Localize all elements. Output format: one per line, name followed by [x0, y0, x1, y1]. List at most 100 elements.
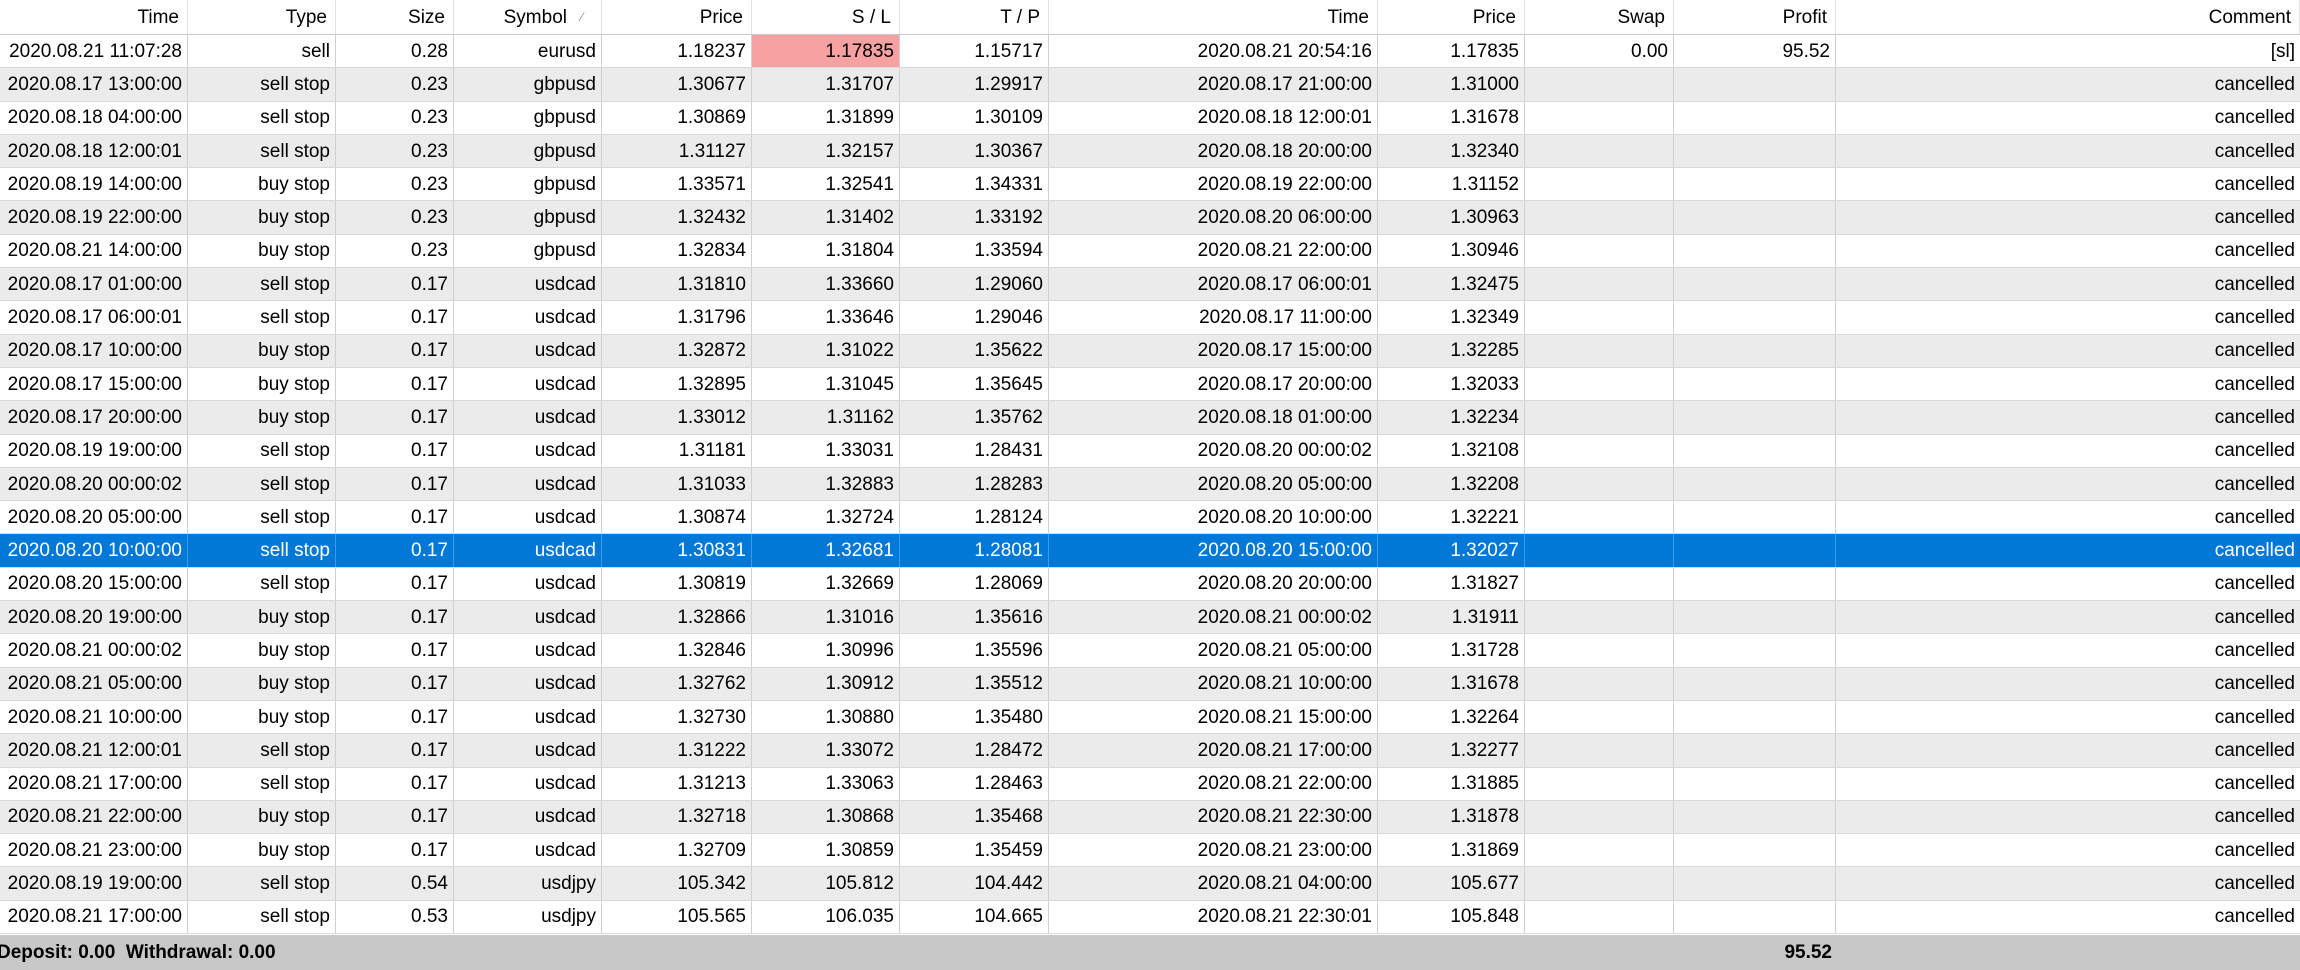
cell-stop-loss: 1.31707 [752, 68, 900, 101]
cell-symbol: usdcad [454, 268, 602, 301]
cell-take-profit: 1.28283 [900, 467, 1049, 501]
table-row[interactable]: 2020.08.20 10:00:00 sell stop 0.17 usdcad 1.… [0, 534, 2300, 568]
cell-size: 0.23 [336, 201, 454, 234]
table-row[interactable]: 2020.08.17 01:00:00 sell stop 0.17 usdcad 1.… [0, 268, 2300, 302]
cell-profit [1674, 334, 1836, 367]
cell-stop-loss: 1.31804 [752, 234, 900, 268]
cell-take-profit: 1.29917 [900, 68, 1049, 101]
cell-close-time: 2020.08.17 20:00:00 [1049, 367, 1378, 401]
cell-size: 0.17 [336, 501, 454, 534]
column-header-swap[interactable]: Swap [1525, 0, 1674, 34]
cell-swap [1525, 134, 1674, 168]
cell-comment: cancelled [2214, 440, 2295, 462]
table-row[interactable]: 2020.08.21 22:00:00 buy stop 0.17 usdcad 1.3… [0, 800, 2300, 835]
cell-symbol: usdcad [454, 634, 602, 667]
table-row[interactable]: 2020.08.20 15:00:00 sell stop 0.17 usdcad 1.… [0, 567, 2300, 602]
table-row[interactable]: 2020.08.18 12:00:01 sell stop 0.23 gbpusd 1.… [0, 134, 2300, 169]
cell-size: 0.17 [336, 601, 454, 634]
cell-price: 1.30677 [602, 68, 752, 101]
cell-take-profit: 1.15717 [900, 35, 1049, 68]
cell-swap [1525, 434, 1674, 467]
cell-stop-loss: 1.32541 [752, 168, 900, 201]
table-row[interactable]: 2020.08.19 22:00:00 buy stop 0.23 gbpusd 1.3… [0, 201, 2300, 235]
column-header-comment[interactable]: Comment [1836, 0, 2300, 34]
cell-take-profit: 1.35468 [900, 800, 1049, 834]
table-row[interactable]: 2020.08.20 00:00:02 sell stop 0.17 usdcad 1.… [0, 467, 2300, 502]
column-header-size[interactable]: Size [336, 0, 454, 34]
cell-type: sell stop [188, 467, 336, 501]
cell-type: sell [188, 35, 336, 68]
cell-profit [1674, 734, 1836, 767]
table-row[interactable]: 2020.08.21 14:00:00 buy stop 0.23 gbpusd 1.3… [0, 234, 2300, 269]
cell-price: 1.33012 [602, 401, 752, 434]
cell-size: 0.54 [336, 867, 454, 900]
cell-comment: cancelled [2214, 706, 2295, 728]
table-row[interactable]: 2020.08.20 05:00:00 sell stop 0.17 usdcad 1.… [0, 501, 2300, 535]
cell-price: 1.32718 [602, 800, 752, 834]
cell-time: 2020.08.20 15:00:00 [0, 567, 188, 601]
column-header-type[interactable]: Type [188, 0, 336, 34]
cell-take-profit: 1.35645 [900, 367, 1049, 401]
table-row[interactable]: 2020.08.19 14:00:00 buy stop 0.23 gbpusd 1.3… [0, 168, 2300, 202]
cell-size: 0.17 [336, 334, 454, 367]
column-header-profit[interactable]: Profit [1674, 0, 1836, 34]
cell-stop-loss: 1.30880 [752, 700, 900, 734]
cell-swap [1525, 900, 1674, 934]
cell-profit [1674, 667, 1836, 700]
table-row[interactable]: 2020.08.21 17:00:00 sell stop 0.17 usdcad 1.… [0, 767, 2300, 801]
column-header-price[interactable]: Price [602, 0, 752, 34]
cell-take-profit: 1.33594 [900, 234, 1049, 268]
table-row[interactable]: 2020.08.17 06:00:01 sell stop 0.17 usdcad 1.… [0, 301, 2300, 335]
cell-comment: cancelled [2214, 307, 2295, 329]
cell-symbol: gbpusd [454, 234, 602, 268]
cell-swap [1525, 734, 1674, 767]
cell-close-price: 1.30946 [1378, 234, 1525, 268]
table-row[interactable]: 2020.08.21 17:00:00 sell stop 0.53 usdjpy 10… [0, 900, 2300, 935]
cell-close-price: 1.31000 [1378, 68, 1525, 101]
table-row[interactable]: 2020.08.19 19:00:00 sell stop 0.54 usdjpy 10… [0, 867, 2300, 901]
table-row[interactable]: 2020.08.18 04:00:00 sell stop 0.23 gbpusd 1.… [0, 101, 2300, 135]
column-header-close-price[interactable]: Price [1378, 0, 1525, 34]
cell-take-profit: 1.29046 [900, 301, 1049, 334]
cell-profit [1674, 634, 1836, 667]
column-header-symbol[interactable]: Symbol ⁄ [454, 0, 602, 34]
cell-close-price: 1.31911 [1378, 601, 1525, 634]
cell-close-time: 2020.08.17 11:00:00 [1049, 301, 1378, 334]
cell-size: 0.17 [336, 367, 454, 401]
cell-time: 2020.08.17 15:00:00 [0, 367, 188, 401]
cell-stop-loss: 1.32669 [752, 567, 900, 601]
column-header-take-profit[interactable]: T / P [900, 0, 1049, 34]
column-header-stop-loss[interactable]: S / L [752, 0, 900, 34]
cell-type: sell stop [188, 268, 336, 301]
table-row[interactable]: 2020.08.17 15:00:00 buy stop 0.17 usdcad 1.3… [0, 367, 2300, 402]
cell-profit [1674, 567, 1836, 601]
column-header-close-time[interactable]: Time [1049, 0, 1378, 34]
cell-type: buy stop [188, 234, 336, 268]
table-header: Time Type Size Symbol ⁄ Price S / L T / P… [0, 0, 2300, 35]
table-row[interactable]: 2020.08.21 10:00:00 buy stop 0.17 usdcad 1.3… [0, 700, 2300, 735]
cell-symbol: gbpusd [454, 134, 602, 168]
cell-swap [1525, 767, 1674, 800]
table-row[interactable]: 2020.08.21 12:00:01 sell stop 0.17 usdcad 1.… [0, 734, 2300, 768]
table-row[interactable]: 2020.08.17 13:00:00 sell stop 0.23 gbpusd 1.… [0, 68, 2300, 102]
table-row[interactable]: 2020.08.19 19:00:00 sell stop 0.17 usdcad 1.… [0, 434, 2300, 468]
table-row[interactable]: 2020.08.20 19:00:00 buy stop 0.17 usdcad 1.3… [0, 601, 2300, 635]
table-row[interactable]: 2020.08.21 05:00:00 buy stop 0.17 usdcad 1.3… [0, 667, 2300, 701]
cell-symbol: usdcad [454, 567, 602, 601]
cell-stop-loss: 1.32681 [752, 534, 900, 567]
cell-stop-loss: 1.33031 [752, 434, 900, 467]
table-row[interactable]: 2020.08.17 10:00:00 buy stop 0.17 usdcad 1.3… [0, 334, 2300, 368]
cell-stop-loss: 1.30996 [752, 634, 900, 667]
cell-close-time: 2020.08.18 20:00:00 [1049, 134, 1378, 168]
table-row[interactable]: 2020.08.21 23:00:00 buy stop 0.17 usdcad 1.3… [0, 834, 2300, 868]
cell-profit [1674, 767, 1836, 800]
cell-profit [1674, 301, 1836, 334]
column-header-time[interactable]: Time [0, 0, 188, 34]
table-row[interactable]: 2020.08.17 20:00:00 buy stop 0.17 usdcad 1.3… [0, 401, 2300, 435]
cell-close-price: 1.32349 [1378, 301, 1525, 334]
cell-symbol: gbpusd [454, 201, 602, 234]
table-row[interactable]: 2020.08.21 11:07:28 sell 0.28 eurusd 1.18237… [0, 35, 2300, 69]
cell-comment: cancelled [2214, 340, 2295, 362]
cell-size: 0.17 [336, 567, 454, 601]
table-row[interactable]: 2020.08.21 00:00:02 buy stop 0.17 usdcad 1.3… [0, 634, 2300, 668]
